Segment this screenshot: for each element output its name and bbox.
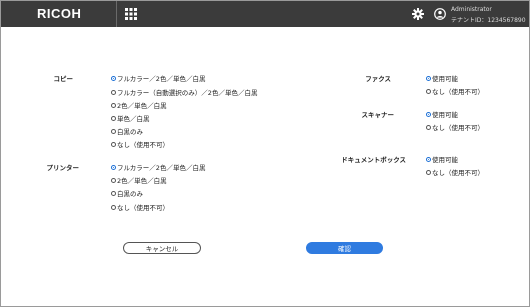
- brand-logo: RICOH: [37, 6, 82, 21]
- copy-option-6[interactable]: なし（使用不可）: [111, 139, 169, 149]
- document-box-option-1[interactable]: 使用可能: [426, 154, 458, 164]
- radio-selected[interactable]: [111, 75, 116, 81]
- option-label: 2色／単色／白黒: [117, 177, 167, 185]
- radio[interactable]: [111, 141, 116, 147]
- radio[interactable]: [111, 102, 116, 108]
- confirm-button[interactable]: 確認: [306, 242, 383, 254]
- option-label: 白黒のみ: [117, 128, 143, 136]
- copy-option-3[interactable]: 2色／単色／白黒: [111, 100, 167, 110]
- main-content: コピー フルカラー／2色／単色／白黒 フルカラー（自動選択のみ）／2色／単色／白…: [1, 27, 529, 305]
- app-grid-icon[interactable]: [125, 8, 137, 20]
- radio-selected[interactable]: [111, 164, 116, 170]
- scanner-option-1[interactable]: 使用可能: [426, 109, 458, 119]
- gear-icon[interactable]: [412, 8, 424, 20]
- radio-selected[interactable]: [426, 75, 431, 81]
- cancel-button[interactable]: キャンセル: [123, 242, 201, 254]
- option-label: 白黒のみ: [117, 190, 143, 198]
- copy-option-2[interactable]: フルカラー（自動選択のみ）／2色／単色／白黒: [111, 87, 257, 97]
- radio[interactable]: [426, 88, 431, 94]
- top-bar: RICOH Administrator テナントID：1234567890: [1, 1, 529, 27]
- option-label: 使用可能: [432, 75, 458, 83]
- option-label: 使用可能: [432, 111, 458, 119]
- option-label: 単色／白黒: [117, 115, 150, 123]
- radio[interactable]: [426, 169, 431, 175]
- copy-label: コピー: [53, 75, 74, 83]
- user-name: Administrator: [451, 6, 492, 13]
- radio[interactable]: [426, 124, 431, 130]
- tenant-id: テナントID：1234567890: [451, 17, 526, 24]
- scanner-label: スキャナー: [361, 111, 395, 119]
- printer-option-1[interactable]: フルカラー／2色／単色／白黒: [111, 162, 205, 172]
- option-label: なし（使用不可）: [432, 169, 484, 177]
- radio[interactable]: [111, 190, 116, 196]
- printer-option-2[interactable]: 2色／単色／白黒: [111, 175, 167, 185]
- option-label: なし（使用不可）: [432, 124, 484, 132]
- option-label: フルカラー／2色／単色／白黒: [117, 164, 206, 172]
- user-circle-icon[interactable]: [434, 8, 446, 20]
- radio[interactable]: [111, 177, 116, 183]
- radio[interactable]: [111, 89, 116, 95]
- radio-selected[interactable]: [426, 111, 431, 117]
- document-box-option-2[interactable]: なし（使用不可）: [426, 167, 484, 177]
- option-label: フルカラー／2色／単色／白黒: [117, 75, 206, 83]
- option-label: なし（使用不可）: [117, 141, 169, 149]
- copy-option-5[interactable]: 白黒のみ: [111, 126, 143, 136]
- option-label: なし（使用不可）: [432, 88, 484, 96]
- radio[interactable]: [111, 115, 116, 121]
- radio[interactable]: [111, 204, 116, 210]
- option-label: 2色／単色／白黒: [117, 102, 167, 110]
- fax-option-2[interactable]: なし（使用不可）: [426, 86, 484, 96]
- radio[interactable]: [111, 128, 116, 134]
- option-label: 使用可能: [432, 156, 458, 164]
- printer-option-3[interactable]: 白黒のみ: [111, 188, 143, 198]
- fax-option-1[interactable]: 使用可能: [426, 73, 458, 83]
- copy-option-1[interactable]: フルカラー／2色／単色／白黒: [111, 73, 205, 83]
- option-label: フルカラー（自動選択のみ）／2色／単色／白黒: [117, 89, 258, 97]
- printer-option-4[interactable]: なし（使用不可）: [111, 202, 169, 212]
- option-label: なし（使用不可）: [117, 204, 169, 212]
- copy-option-4[interactable]: 単色／白黒: [111, 113, 150, 123]
- printer-label: プリンター: [46, 164, 80, 172]
- fax-label: ファクス: [365, 75, 391, 83]
- topbar-divider: [116, 1, 117, 27]
- scanner-option-2[interactable]: なし（使用不可）: [426, 122, 484, 132]
- document-box-label: ドキュメントボックス: [341, 156, 406, 164]
- radio-selected[interactable]: [426, 156, 431, 162]
